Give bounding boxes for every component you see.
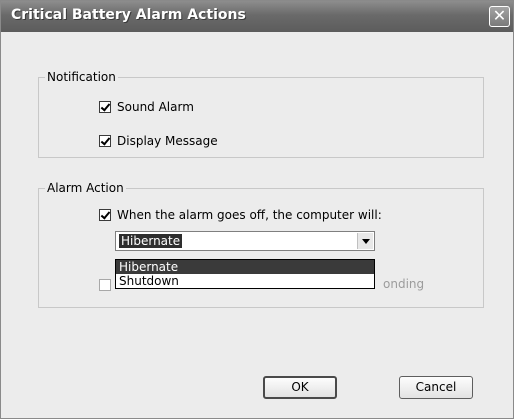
hidden-option-checkbox[interactable] xyxy=(99,279,111,291)
close-button[interactable]: ✕ xyxy=(489,6,510,27)
dropdown-option-shutdown[interactable]: Shutdown xyxy=(116,274,374,288)
sound-alarm-row[interactable]: Sound Alarm xyxy=(99,100,194,114)
display-message-checkbox[interactable] xyxy=(99,135,111,147)
action-select[interactable]: Hibernate xyxy=(115,231,375,251)
run-action-checkbox[interactable] xyxy=(99,209,111,221)
dialog-window: Critical Battery Alarm Actions ✕ Notific… xyxy=(0,0,514,419)
notification-group: Notification Sound Alarm Display Message xyxy=(38,70,484,158)
action-dropdown-list[interactable]: Hibernate Shutdown xyxy=(115,259,375,289)
close-icon: ✕ xyxy=(492,6,507,25)
notification-legend: Notification xyxy=(45,70,118,84)
title-bar[interactable]: Critical Battery Alarm Actions ✕ xyxy=(1,1,513,32)
chevron-down-icon[interactable] xyxy=(357,233,373,249)
window-title: Critical Battery Alarm Actions xyxy=(11,7,246,23)
sound-alarm-checkbox[interactable] xyxy=(99,101,111,113)
display-message-row[interactable]: Display Message xyxy=(99,134,218,148)
cancel-button[interactable]: Cancel xyxy=(399,376,473,399)
action-select-value: Hibernate xyxy=(119,234,183,248)
dropdown-option-hibernate[interactable]: Hibernate xyxy=(116,260,374,274)
run-action-row[interactable]: When the alarm goes off, the computer wi… xyxy=(99,208,382,222)
ok-button[interactable]: OK xyxy=(263,376,337,399)
hidden-option-label-partial: onding xyxy=(383,277,425,291)
sound-alarm-label: Sound Alarm xyxy=(117,100,194,114)
display-message-label: Display Message xyxy=(117,134,218,148)
run-action-label: When the alarm goes off, the computer wi… xyxy=(117,208,382,222)
dialog-body: Notification Sound Alarm Display Message… xyxy=(4,32,510,416)
alarm-action-legend: Alarm Action xyxy=(45,181,126,195)
